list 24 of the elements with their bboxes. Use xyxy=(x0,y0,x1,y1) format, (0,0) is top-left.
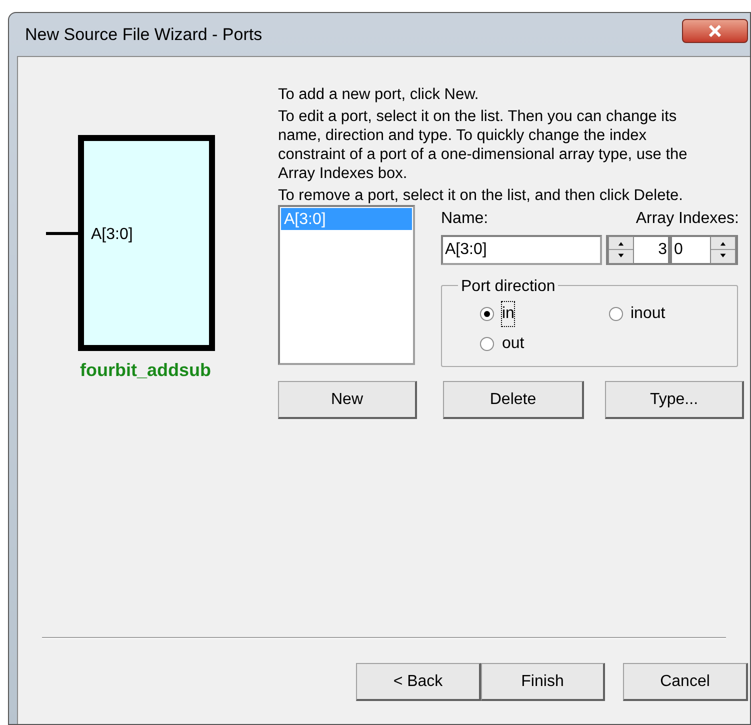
name-label: Name: xyxy=(441,209,488,229)
window-title: New Source File Wizard - Ports xyxy=(25,24,262,46)
name-field[interactable]: A[3:0] xyxy=(441,235,602,265)
direction-radio[interactable]: in xyxy=(480,302,514,326)
symbol-name: fourbit_addsub xyxy=(80,359,211,382)
finish-button[interactable]: Finish xyxy=(481,663,605,701)
direction-radio[interactable]: out xyxy=(480,332,524,356)
array-indexes-label: Array Indexes: xyxy=(636,209,739,229)
list-button[interactable]: New xyxy=(278,381,417,419)
port-label: A[3:0] xyxy=(91,225,134,245)
close-icon xyxy=(708,24,722,36)
instruction-text: To edit a port, select it on the list. Then you can change its name, direction and type. To quickly change the index constraint of a port of a one-dimensional array type, use the Array Indexes box. xyxy=(278,107,688,183)
direction-radio[interactable]: inout xyxy=(608,302,666,326)
index-high-field[interactable]: 3 xyxy=(606,235,670,265)
spinner-arrows-icon[interactable] xyxy=(710,236,736,264)
back-button[interactable]: < Back xyxy=(356,663,481,701)
list-button[interactable]: Delete xyxy=(443,381,584,419)
instruction-text: To remove a port, select it on the list, and then click Delete. xyxy=(278,186,684,205)
instruction-text: To add a new port, click New. xyxy=(278,85,480,104)
index-low-field[interactable]: 0 xyxy=(670,235,738,265)
cancel-button[interactable]: Cancel xyxy=(623,663,748,701)
close-button[interactable] xyxy=(682,18,748,42)
list-button[interactable]: Type... xyxy=(605,381,744,419)
spinner-arrows-icon[interactable] xyxy=(608,236,634,264)
